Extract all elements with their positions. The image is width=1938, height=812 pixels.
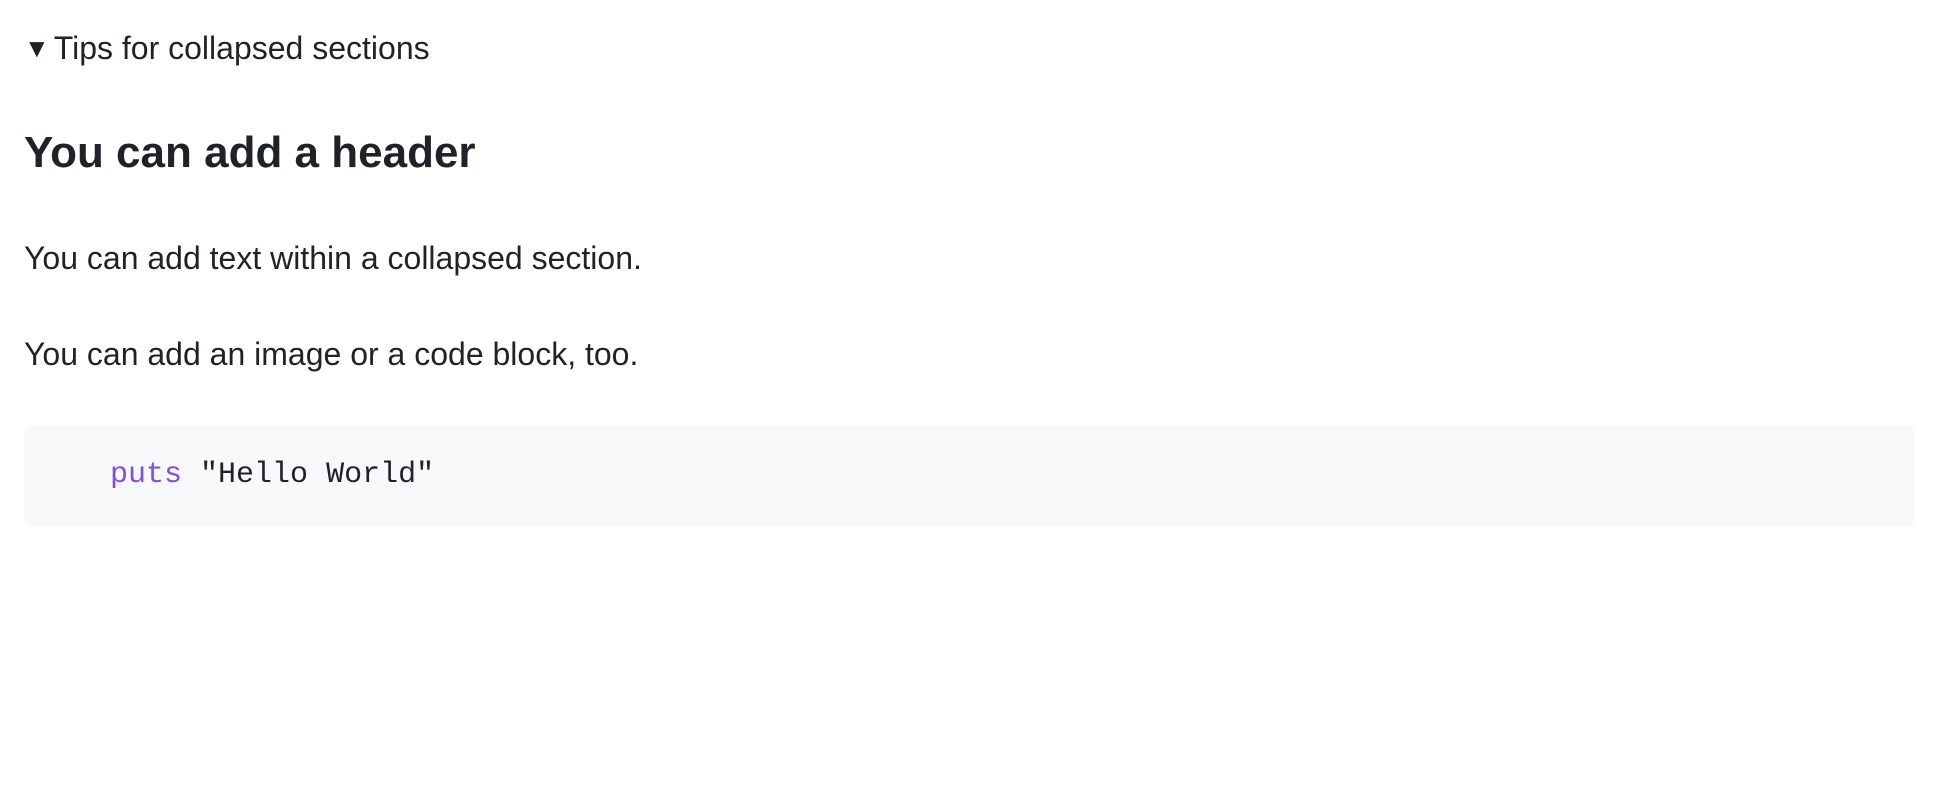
- content-header: You can add a header: [24, 120, 1914, 186]
- summary-label: Tips for collapsed sections: [54, 24, 430, 72]
- code-keyword: puts: [110, 458, 182, 492]
- code-string: "Hello World": [200, 458, 434, 492]
- collapsible-summary[interactable]: ▼ Tips for collapsed sections: [24, 24, 1914, 72]
- triangle-down-icon: ▼: [24, 35, 50, 61]
- content-paragraph-1: You can add text within a collapsed sect…: [24, 234, 1914, 282]
- code-block: puts "Hello World": [24, 426, 1914, 526]
- code-indent: [56, 458, 110, 492]
- content-paragraph-2: You can add an image or a code block, to…: [24, 330, 1914, 378]
- code-space: [182, 458, 200, 492]
